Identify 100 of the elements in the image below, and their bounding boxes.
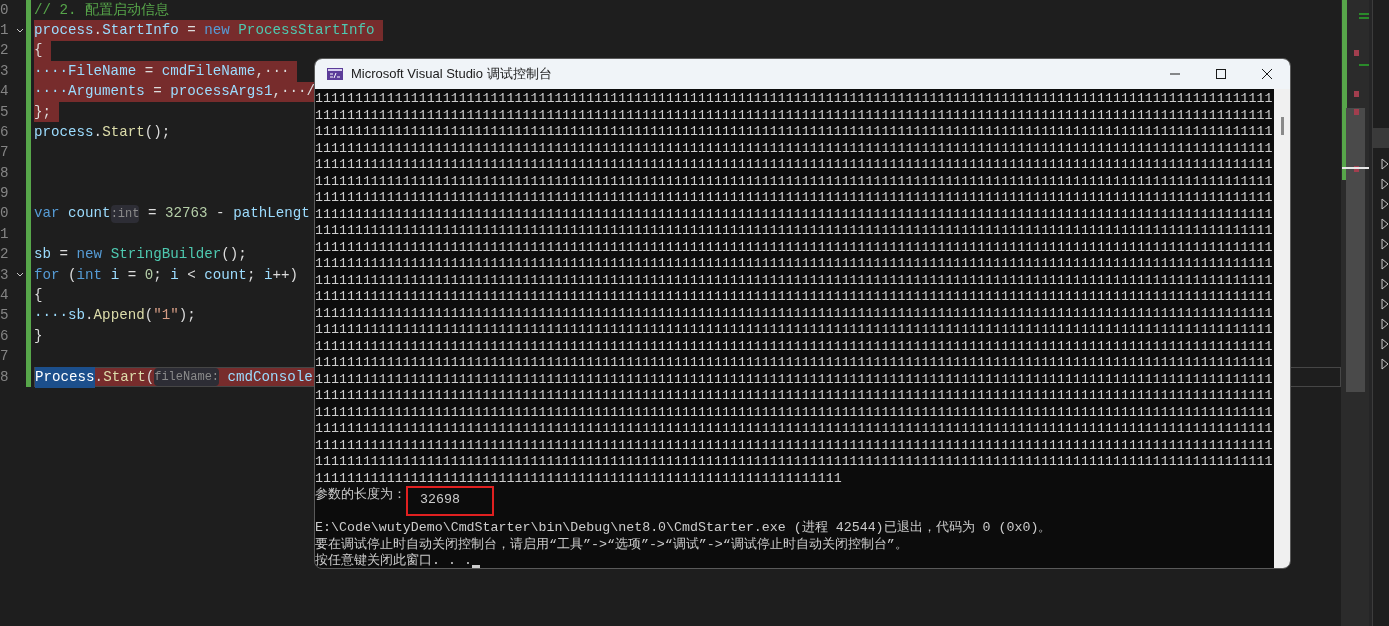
expand-icon[interactable] xyxy=(1381,278,1389,290)
code-token: < xyxy=(186,265,197,285)
maximize-icon xyxy=(1216,69,1226,79)
line-number: 0 xyxy=(0,204,10,224)
console-scrollbar[interactable] xyxy=(1274,89,1290,568)
identifier-token: process xyxy=(34,122,94,142)
expand-icon[interactable] xyxy=(1381,158,1389,170)
console-output-line: 111111111111111111111111111111111111111111111111111111111111111111111111111111111111111111111111111111111111111111111111 xyxy=(315,124,1274,141)
code-token: . xyxy=(93,20,103,40)
console-output-line: 111111111111111111111111111111111111111111111111111111111111111111111111111111111111111111111111111111111111111111111111 xyxy=(315,454,1274,471)
line-number: 2 xyxy=(0,245,10,265)
code-token: ; xyxy=(246,265,257,285)
expand-icon[interactable] xyxy=(1381,258,1389,270)
text-cursor xyxy=(471,564,480,568)
console-output-line: 111111111111111111111111111111111111111111111111111111111111111111111111111111111111111111111111111111111111111111111111 xyxy=(315,338,1274,355)
chevron-icon[interactable] xyxy=(16,27,24,34)
console-output-line: 111111111111111111111111111111111111111111111111111111111111111111111111111111111111111111111111111111111111111111111111 xyxy=(315,355,1274,372)
keyword-token: new xyxy=(204,20,230,40)
prompt-text: 按任意键关闭此窗口. . . xyxy=(315,553,472,568)
window-title: Microsoft Visual Studio 调试控制台 xyxy=(351,65,552,84)
code-token: = xyxy=(152,82,163,102)
code-token: ( xyxy=(145,367,155,387)
keyword-token: new xyxy=(76,245,103,265)
inlay-hint: fileName: xyxy=(154,368,220,387)
identifier-token: sb xyxy=(34,245,52,265)
console-output-line: 111111111111111111111111111111111111111111111111111111111111111111111111111111111111111111111111111111111111111111111111 xyxy=(315,437,1274,454)
identifier-token: i xyxy=(170,265,179,285)
keyword-token: int xyxy=(76,265,103,285)
line-number: 5 xyxy=(0,306,10,326)
code-token: } xyxy=(34,326,43,346)
code-token: . xyxy=(94,367,104,387)
console-output-line: 111111111111111111111111111111111111111111111111111111111111111111111111111111111111111111111111111111111111111111111111 xyxy=(315,256,1274,273)
expand-icon[interactable] xyxy=(1381,198,1389,210)
console-output-line: 111111111111111111111111111111111111111111111111111111111111111111111111111111111111111111111111111111111111111111111111 xyxy=(315,107,1274,124)
code-token: . xyxy=(85,306,94,326)
console-output-line: 111111111111111111111111111111111111111111111111111111111111111111111111111111111111111111111111111111111111111111111111 xyxy=(315,91,1274,108)
line-number: 4 xyxy=(0,286,10,305)
line-number: 7 xyxy=(0,347,10,367)
number-token: 32763 xyxy=(165,204,208,224)
keyword-token: for xyxy=(34,265,60,285)
line-number: 3 xyxy=(0,61,10,81)
code-token: . xyxy=(93,122,103,142)
line-number: 2 xyxy=(0,41,10,61)
scrollbar-map-drawing[interactable] xyxy=(1341,0,1369,626)
type-token: StringBuilder xyxy=(109,245,222,265)
length-value: 32698 xyxy=(420,492,460,509)
expand-icon[interactable] xyxy=(1381,218,1389,230)
line-number: 3 xyxy=(0,265,10,285)
type-token: ProcessStartInfo xyxy=(237,20,375,40)
code-token: - xyxy=(215,204,226,224)
expand-icon[interactable] xyxy=(1381,358,1389,370)
code-token: = xyxy=(186,20,197,40)
code-token: ); xyxy=(178,306,196,326)
selected-text: Process xyxy=(35,366,95,388)
line-number: 5 xyxy=(0,102,10,122)
identifier-token: ····sb xyxy=(34,306,86,326)
code-token: }; xyxy=(34,102,52,122)
length-label: 参数的长度为： xyxy=(315,487,406,504)
expand-icon[interactable] xyxy=(1381,238,1389,250)
expand-icon[interactable] xyxy=(1381,178,1389,190)
identifier-token: i xyxy=(263,265,273,285)
identifier-token: process xyxy=(34,20,94,40)
identifier-token: ····FileName xyxy=(34,61,137,81)
identifier-token: i xyxy=(109,265,120,285)
expand-icon[interactable] xyxy=(1381,298,1389,310)
scroll-thumb[interactable] xyxy=(1280,117,1284,135)
code-token: ++) xyxy=(272,265,298,285)
inlay-hint: :int xyxy=(110,205,140,224)
console-output-line: 111111111111111111111111111111111111111111111111111111111111111111111111111111111111111111111111111111111111111111111111 xyxy=(315,388,1274,405)
code-token: (); xyxy=(144,122,171,142)
console-output-line: 111111111111111111111111111111111111111111111111111111111111111111111111111111111111111111111111111111111111111111111111 xyxy=(315,157,1274,174)
code-token: { xyxy=(34,41,43,61)
close-icon xyxy=(1262,69,1272,79)
code-token: ,···/ xyxy=(272,82,315,102)
console-output-line: 111111111111111111111111111111111111111111111111111111111111111111111111111111111111111111111111111111111111111111111111 xyxy=(315,322,1274,339)
console-output-line: 111111111111111111111111111111111111111111111111111111111111111111111111111111111111111111111111111111111111111111111111 xyxy=(315,371,1274,388)
hint-message: 要在调试停止时自动关闭控制台，请启用“工具”->“选项”->“调试”->“调试停止时自动关闭控制台”。 xyxy=(315,536,909,553)
line-number: 9 xyxy=(0,184,10,204)
identifier-token: StartInfo xyxy=(102,20,179,40)
console-output-line: 111111111111111111111111111111111111111111111111111111111111111111111111111111111111111111111111111111111111111111111111 xyxy=(315,272,1274,289)
console-output-line: 111111111111111111111111111111111111111111111111111111111111111111111111111111111111111111111111111111111111111111111111 xyxy=(315,173,1274,190)
identifier-token: cmdFileName xyxy=(161,61,256,81)
code-token: ( xyxy=(67,265,77,285)
console-output-line: 111111111111111111111111111111111111111111111111111111111111111111111111111111111111111111111111111111111111111111111111 xyxy=(315,206,1274,223)
identifier-token: pathLengt xyxy=(233,204,310,224)
code-token: = xyxy=(58,245,70,265)
console-output-line: 111111111111111111111111111111111111111111111111111111111111111111111111111111111111111111111111111111111111111111111111 xyxy=(315,305,1274,322)
chevron-icon[interactable] xyxy=(16,272,24,279)
string-token: "1" xyxy=(153,306,179,326)
line-number: 7 xyxy=(0,143,10,163)
expand-icon[interactable] xyxy=(1381,318,1389,330)
line-number: 6 xyxy=(0,326,10,346)
code-token: ( xyxy=(144,306,154,326)
method-token: Start xyxy=(103,367,146,387)
line-number: 6 xyxy=(0,122,10,142)
code-token: { xyxy=(34,286,43,305)
number-token: 0 xyxy=(144,265,154,285)
code-token: ; xyxy=(153,265,163,285)
keyword-token: var xyxy=(34,204,60,224)
expand-icon[interactable] xyxy=(1381,338,1389,350)
